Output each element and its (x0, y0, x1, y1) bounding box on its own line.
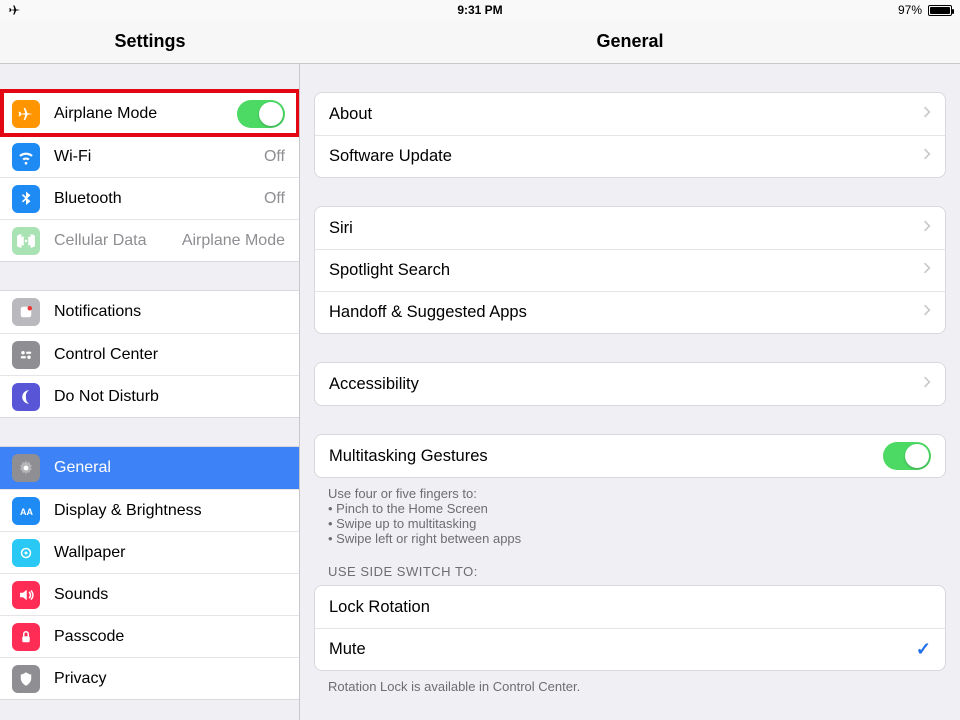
row-mute[interactable]: Mute ✓ (315, 628, 945, 670)
sidebar-item-label: Wi-Fi (54, 148, 264, 166)
sidebar-item-label: Bluetooth (54, 190, 264, 208)
sidebar-item-bluetooth[interactable]: Bluetooth Off (0, 177, 299, 219)
status-bar: 9:31 PM 97% (0, 0, 960, 20)
display-icon: AA (12, 497, 40, 525)
header-right-title: General (300, 20, 960, 63)
chevron-right-icon (923, 147, 931, 166)
header: Settings General (0, 20, 960, 64)
sidebar-item-general[interactable]: General (0, 447, 299, 489)
airplane-status-icon (8, 3, 22, 17)
sidebar-item-wallpaper[interactable]: Wallpaper (0, 531, 299, 573)
row-multitasking[interactable]: Multitasking Gestures (315, 435, 945, 477)
wallpaper-icon (12, 539, 40, 567)
sidebar-item-label: Control Center (54, 346, 285, 364)
lock-icon (12, 623, 40, 651)
row-lock-rotation[interactable]: Lock Rotation (315, 586, 945, 628)
row-label: Lock Rotation (329, 598, 931, 617)
row-label: Mute (329, 640, 916, 659)
sidebar-item-cellular[interactable]: Cellular Data Airplane Mode (0, 219, 299, 261)
row-spotlight[interactable]: Spotlight Search (315, 249, 945, 291)
sidebar-item-control-center[interactable]: Control Center (0, 333, 299, 375)
footer-line: • Swipe left or right between apps (328, 531, 932, 546)
multitasking-toggle[interactable] (883, 442, 931, 470)
sidebar-item-passcode[interactable]: Passcode (0, 615, 299, 657)
multitasking-footer: Use four or five fingers to: • Pinch to … (328, 486, 932, 546)
battery-icon (928, 5, 952, 16)
sidebar-item-label: Do Not Disturb (54, 388, 285, 406)
row-software-update[interactable]: Software Update (315, 135, 945, 177)
general-detail[interactable]: About Software Update Siri Spotlight Sea… (300, 64, 960, 720)
svg-text:AA: AA (20, 506, 33, 516)
sidebar-item-notifications[interactable]: Notifications (0, 291, 299, 333)
sidebar-item-label: Airplane Mode (54, 105, 237, 123)
status-time: 9:31 PM (457, 3, 502, 17)
settings-sidebar[interactable]: Airplane Mode Wi-Fi Off Bluetooth Off (0, 64, 300, 720)
chevron-right-icon (923, 105, 931, 124)
sidebar-item-label: Display & Brightness (54, 502, 285, 520)
side-switch-header: USE SIDE SWITCH TO: (328, 564, 932, 579)
row-siri[interactable]: Siri (315, 207, 945, 249)
row-accessibility[interactable]: Accessibility (315, 363, 945, 405)
sidebar-item-label: Cellular Data (54, 232, 182, 250)
gear-icon (12, 454, 40, 482)
sounds-icon (12, 581, 40, 609)
header-left-title: Settings (0, 20, 300, 63)
bluetooth-icon (12, 185, 40, 213)
cellular-icon (12, 227, 40, 255)
row-label: Handoff & Suggested Apps (329, 303, 923, 322)
row-about[interactable]: About (315, 93, 945, 135)
footer-line: Use four or five fingers to: (328, 486, 932, 501)
privacy-icon (12, 665, 40, 693)
side-switch-footer: Rotation Lock is available in Control Ce… (328, 679, 932, 694)
sidebar-item-label: Sounds (54, 586, 285, 604)
sidebar-item-airplane-mode[interactable]: Airplane Mode (0, 93, 299, 135)
row-label: Multitasking Gestures (329, 447, 883, 466)
sidebar-item-label: Notifications (54, 303, 285, 321)
sidebar-item-value: Off (264, 148, 285, 166)
row-label: Accessibility (329, 375, 923, 394)
sidebar-item-value: Off (264, 190, 285, 208)
moon-icon (12, 383, 40, 411)
footer-line: • Swipe up to multitasking (328, 516, 932, 531)
battery-pct: 97% (898, 3, 922, 17)
chevron-right-icon (923, 375, 931, 394)
row-label: About (329, 105, 923, 124)
check-icon: ✓ (916, 639, 931, 660)
wifi-icon (12, 143, 40, 171)
sidebar-item-wifi[interactable]: Wi-Fi Off (0, 135, 299, 177)
row-handoff[interactable]: Handoff & Suggested Apps (315, 291, 945, 333)
chevron-right-icon (923, 261, 931, 280)
sidebar-item-label: Privacy (54, 670, 285, 688)
sidebar-item-display[interactable]: AA Display & Brightness (0, 489, 299, 531)
sidebar-item-value: Airplane Mode (182, 232, 285, 250)
sidebar-item-dnd[interactable]: Do Not Disturb (0, 375, 299, 417)
notifications-icon (12, 298, 40, 326)
chevron-right-icon (923, 303, 931, 322)
row-label: Siri (329, 219, 923, 238)
sidebar-item-privacy[interactable]: Privacy (0, 657, 299, 699)
chevron-right-icon (923, 219, 931, 238)
sidebar-item-label: General (54, 459, 285, 477)
control-center-icon (12, 341, 40, 369)
sidebar-item-label: Wallpaper (54, 544, 285, 562)
sidebar-item-label: Passcode (54, 628, 285, 646)
row-label: Spotlight Search (329, 261, 923, 280)
airplane-icon (12, 100, 40, 128)
row-label: Software Update (329, 147, 923, 166)
sidebar-item-sounds[interactable]: Sounds (0, 573, 299, 615)
airplane-toggle[interactable] (237, 100, 285, 128)
footer-line: • Pinch to the Home Screen (328, 501, 932, 516)
